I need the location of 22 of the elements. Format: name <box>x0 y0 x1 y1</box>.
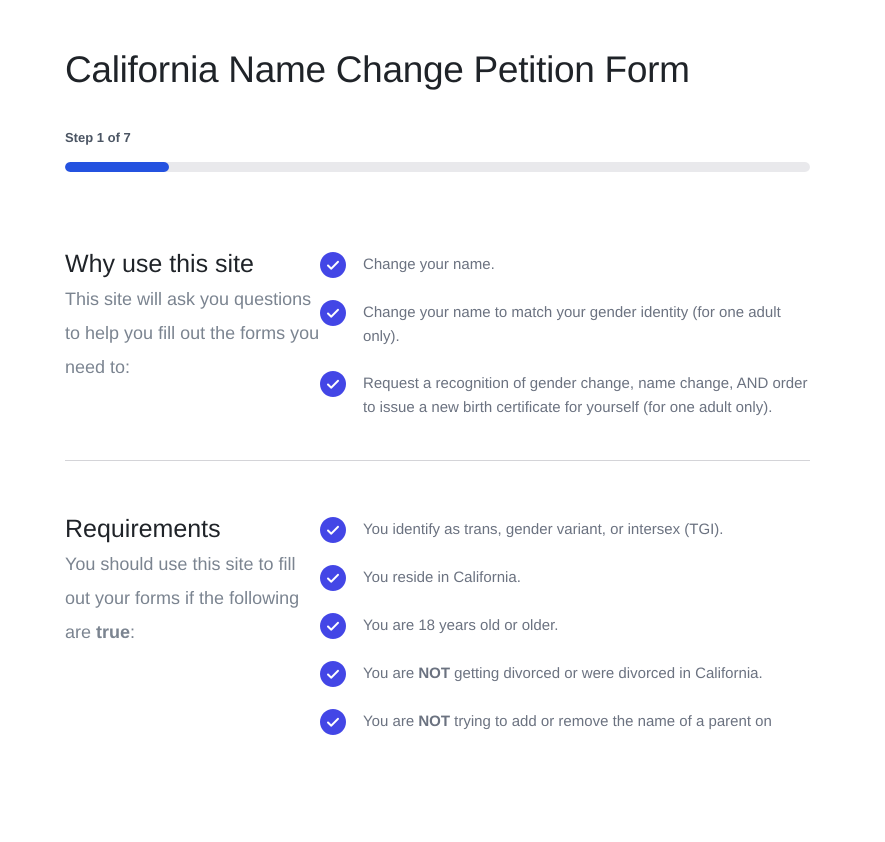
requirement-text: Request a recognition of gender change, name change, AND order to issue a new birth certificate for yourself (for one adult only). <box>363 374 808 418</box>
requirement-text: Change your name to match your gender identity (for one adult only). <box>363 302 782 346</box>
requirement-text: You reside in California. <box>363 568 522 588</box>
requirement-text: You are NOT trying to add or remove the name of a parent on <box>363 712 773 732</box>
requirement-text: You are NOT getting divorced or were divorced in California. <box>363 664 764 684</box>
checkmark-icon <box>320 612 346 638</box>
section-heading: Why use this site <box>65 248 255 280</box>
checkmark-icon <box>320 660 346 686</box>
step-label: Step 1 of 7 <box>65 129 132 147</box>
requirement-text: You are 18 years old or older. <box>363 616 560 636</box>
checkmark-icon <box>320 708 346 734</box>
checkmark-icon <box>320 300 346 326</box>
checkmark-icon <box>320 370 346 396</box>
checkmark-icon <box>320 564 346 590</box>
section-description: You should use this site to fill out your forms if the following are true: <box>65 552 300 644</box>
page-title: California Name Change Petition Form <box>65 50 691 90</box>
checkmark-icon <box>320 516 346 542</box>
requirement-text: You identify as trans, gender variant, or intersex (TGI). <box>363 520 724 540</box>
section-description: This site will ask you questions to help you fill out the forms you need to: <box>65 288 320 378</box>
requirement-text: Change your name. <box>363 254 496 274</box>
section-heading: Requirements <box>65 514 222 544</box>
checkmark-icon <box>320 252 346 278</box>
